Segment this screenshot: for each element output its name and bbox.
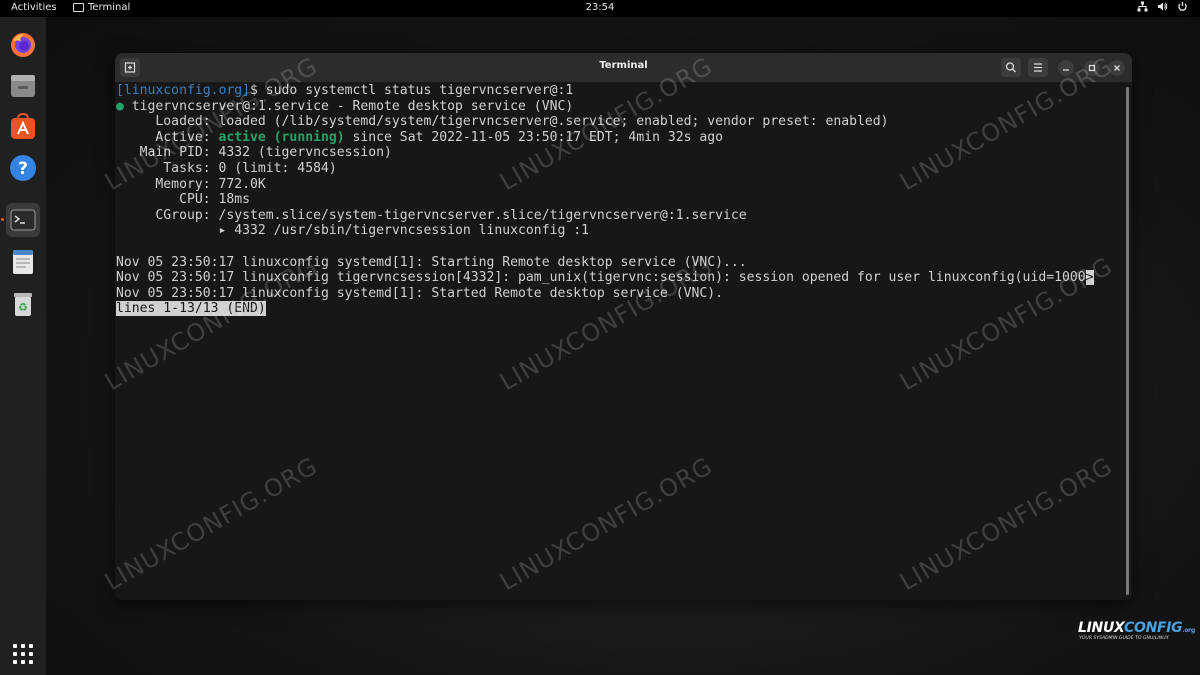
dock-item-text-editor[interactable] bbox=[6, 245, 40, 279]
dock-item-terminal[interactable] bbox=[6, 203, 40, 237]
running-indicator bbox=[1, 218, 4, 221]
status-line-process: ▸ 4332 /usr/sbin/tigervncsession linuxco… bbox=[116, 223, 589, 239]
terminal-icon bbox=[10, 209, 36, 231]
system-tray[interactable] bbox=[1137, 1, 1188, 12]
window-titlebar[interactable]: Terminal bbox=[115, 53, 1132, 83]
log-line: Nov 05 23:50:17 linuxconfig systemd[1]: … bbox=[116, 254, 747, 270]
app-menu-label: Terminal bbox=[88, 2, 131, 13]
apps-grid-icon[interactable] bbox=[12, 643, 34, 665]
command-line: [linuxconfig.org]$ sudo systemctl status… bbox=[116, 83, 1121, 99]
terminal-icon bbox=[73, 3, 84, 12]
terminal-output[interactable]: [linuxconfig.org]$ sudo systemctl status… bbox=[115, 83, 1121, 600]
maximize-icon bbox=[1088, 64, 1096, 72]
activities-button[interactable]: Activities bbox=[11, 2, 57, 13]
firefox-icon bbox=[11, 33, 35, 57]
dock-item-firefox[interactable] bbox=[6, 28, 40, 62]
text-editor-icon bbox=[13, 250, 33, 274]
dock-item-trash[interactable]: ♻ bbox=[6, 287, 40, 321]
close-button[interactable] bbox=[1109, 60, 1125, 76]
status-line-cpu: CPU: 18ms bbox=[116, 192, 251, 208]
dock-item-software[interactable] bbox=[6, 110, 40, 144]
line-overflow-marker: > bbox=[1085, 270, 1094, 286]
top-bar: Activities Terminal 23:54 bbox=[0, 0, 1200, 17]
maximize-button[interactable] bbox=[1084, 60, 1100, 76]
pager-status: lines 1-13/13 (END) bbox=[116, 301, 266, 317]
terminal-scrollbar[interactable] bbox=[1126, 87, 1129, 595]
log-line: Nov 05 23:50:17 linuxconfig systemd[1]: … bbox=[116, 285, 723, 301]
dock-item-files[interactable] bbox=[6, 69, 40, 103]
hamburger-menu-icon bbox=[1034, 63, 1042, 72]
svg-text:♻: ♻ bbox=[18, 301, 28, 314]
network-icon bbox=[1137, 1, 1148, 12]
status-line-memory: Memory: 772.0K bbox=[116, 176, 266, 192]
volume-icon bbox=[1158, 2, 1168, 11]
status-dot: ● bbox=[116, 98, 124, 114]
trash-icon: ♻ bbox=[14, 293, 32, 316]
status-line-unit: ● tigervncserver@:1.service - Remote des… bbox=[116, 98, 574, 114]
minimize-button[interactable] bbox=[1058, 60, 1074, 76]
shell-prompt: [linuxconfig.org] bbox=[116, 83, 251, 98]
brand-logo: LINUXCONFIG.org YOUR SYSADMIN GUIDE TO G… bbox=[1078, 620, 1195, 641]
minimize-icon bbox=[1063, 69, 1069, 71]
help-icon: ? bbox=[10, 155, 36, 181]
window-title: Terminal bbox=[599, 60, 648, 71]
close-icon bbox=[1114, 65, 1120, 71]
status-line-active: Active: active (running) since Sat 2022-… bbox=[116, 129, 724, 145]
terminal-window[interactable]: Terminal [linuxconfig.org]$ sudo systemc… bbox=[115, 53, 1132, 600]
status-line-loaded: Loaded: loaded (/lib/systemd/system/tige… bbox=[116, 114, 889, 130]
log-line: Nov 05 23:50:17 linuxconfig tigervncsess… bbox=[116, 270, 1094, 286]
status-line-cgroup: CGroup: /system.slice/system-tigervncser… bbox=[116, 207, 747, 223]
dock: ? ♻ bbox=[0, 17, 46, 675]
dock-item-help[interactable]: ? bbox=[6, 151, 40, 185]
menu-button[interactable] bbox=[1028, 58, 1048, 77]
active-status: active (running) bbox=[218, 129, 345, 145]
app-menu-terminal[interactable]: Terminal bbox=[73, 2, 130, 13]
files-icon bbox=[11, 75, 35, 97]
command-text: $ sudo systemctl status tigervncserver@:… bbox=[250, 83, 574, 98]
new-tab-icon bbox=[124, 62, 136, 73]
search-button[interactable] bbox=[1001, 58, 1021, 77]
svg-text:?: ? bbox=[18, 159, 28, 179]
software-icon bbox=[11, 113, 35, 139]
clock[interactable]: 23:54 bbox=[0, 2, 1200, 13]
search-icon bbox=[1005, 62, 1016, 73]
new-tab-button[interactable] bbox=[120, 58, 140, 77]
status-line-tasks: Tasks: 0 (limit: 4584) bbox=[116, 160, 337, 176]
power-icon bbox=[1178, 1, 1187, 11]
pager-status-line: lines 1-13/13 (END) bbox=[116, 301, 1121, 317]
status-line-main-pid: Main PID: 4332 (tigervncsession) bbox=[116, 145, 392, 161]
